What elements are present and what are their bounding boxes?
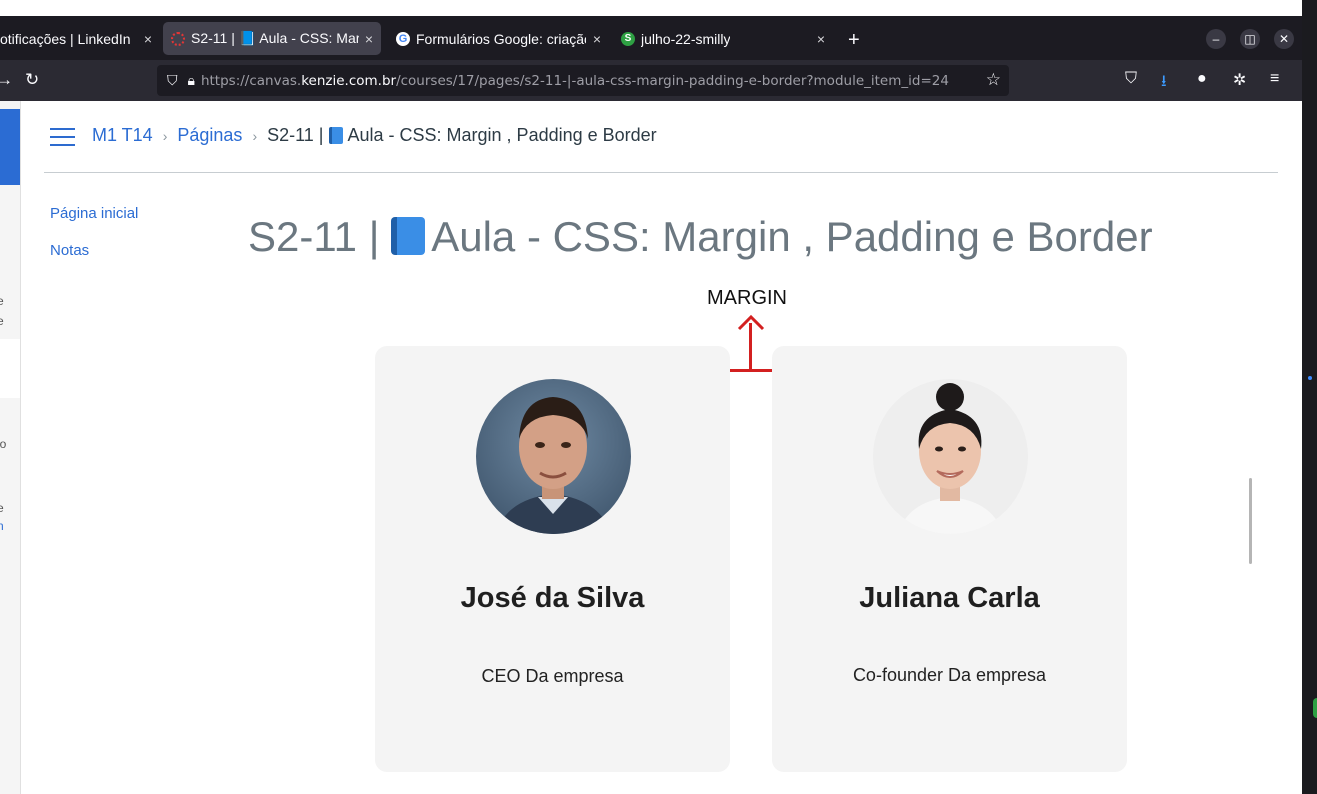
card-name: José da Silva (460, 582, 645, 614)
global-nav-fragment[interactable]: n (0, 519, 4, 533)
breadcrumb-separator-icon: › (162, 127, 168, 144)
address-bar[interactable]: ⛉ 🔒︎ https://canvas.kenzie.com.br/course… (157, 65, 1009, 96)
book-icon (328, 127, 343, 144)
close-window-button[interactable]: ✕ (1274, 29, 1294, 49)
desktop-right-strip (1302, 0, 1317, 794)
course-navigation: Página inicial Notas (50, 205, 138, 279)
course-nav-home[interactable]: Página inicial (50, 205, 138, 222)
extensions-icon[interactable]: ✲ (1233, 70, 1246, 90)
page-title-text: Aula - CSS: Margin , Padding e Border (431, 213, 1153, 260)
tab-close-icon[interactable]: × (144, 31, 152, 47)
google-icon: G (396, 31, 410, 46)
lock-icon[interactable]: 🔒︎ (188, 72, 195, 89)
card-role: CEO Da empresa (481, 666, 624, 686)
page-content: e e io e n M1 T14 › Páginas › S2-11 | Au… (0, 101, 1302, 794)
canvas-icon (171, 31, 185, 46)
forward-icon[interactable]: → (0, 70, 13, 90)
tab-close-icon[interactable]: × (817, 31, 825, 47)
url-text[interactable]: https://canvas.kenzie.com.br/courses/17/… (201, 73, 971, 89)
s-icon: S (621, 31, 635, 46)
breadcrumb-current-prefix: S2-11 | (267, 125, 324, 145)
margin-label: MARGIN (707, 287, 787, 309)
avatar (873, 379, 1028, 534)
book-icon (391, 217, 426, 255)
url-domain: kenzie.com.br (301, 72, 397, 89)
profile-card: Juliana Carla Co-founder Da empresa (772, 346, 1127, 772)
header-divider (44, 172, 1278, 173)
tab-title: julho-22-smilly (641, 30, 731, 47)
new-tab-button[interactable]: + (848, 29, 860, 52)
minimize-button[interactable]: – (1206, 29, 1226, 49)
profile-avatar-icon[interactable]: ● (1197, 70, 1207, 88)
restore-button[interactable]: ◫ (1240, 29, 1260, 49)
global-nav-fragment[interactable]: e (0, 314, 4, 328)
tab-title: S2-11 | 📘 Aula - CSS: Margin (191, 30, 359, 46)
hamburger-menu-icon[interactable] (50, 128, 75, 152)
desktop-indicator-dot (1308, 376, 1312, 380)
global-nav-fragment[interactable]: io (0, 437, 6, 451)
tab-title: Formulários Google: criação (416, 30, 586, 47)
breadcrumb-current: Aula - CSS: Margin , Padding e Border (347, 125, 657, 145)
desktop-top-strip (0, 0, 1302, 16)
url-prefix: https://canvas. (200, 72, 302, 89)
global-nav-separator (0, 339, 20, 398)
page-title-prefix: S2-11 | (248, 213, 380, 260)
breadcrumb-course[interactable]: M1 T14 (92, 125, 153, 146)
global-nav-fragment[interactable]: e (0, 501, 4, 515)
shield-icon[interactable]: ⛉ (167, 72, 178, 89)
breadcrumb-pages[interactable]: Páginas (177, 125, 242, 146)
card-name: Juliana Carla (859, 582, 1040, 614)
tab-google-forms[interactable]: G Formulários Google: criação × (396, 22, 601, 55)
global-nav-logo-area[interactable] (0, 109, 20, 185)
global-nav-fragment[interactable]: e (0, 294, 4, 308)
tab-julho-smilly[interactable]: S julho-22-smilly × (621, 22, 825, 55)
global-navigation: e e io e n (0, 101, 21, 794)
breadcrumb: M1 T14 › Páginas › S2-11 | Aula - CSS: M… (92, 125, 657, 146)
tab-close-icon[interactable]: × (365, 31, 373, 47)
tab-close-icon[interactable]: × (593, 31, 601, 47)
navigation-bar: → ↻ ⛉ 🔒︎ https://canvas.kenzie.com.br/co… (0, 60, 1302, 101)
margin-arrow-line (749, 323, 752, 371)
tab-bar: otificações | LinkedIn × S2-11 | 📘 Aula … (0, 16, 1302, 60)
profile-card: José da Silva CEO Da empresa (375, 346, 730, 772)
pocket-icon[interactable]: ⛉ (1125, 70, 1137, 88)
tab-title: otificações | LinkedIn (0, 30, 131, 47)
url-path: /courses/17/pages/s2-11-|-aula-css-margi… (396, 72, 949, 89)
download-icon[interactable]: ⭳ (1161, 70, 1167, 97)
bookmark-star-icon[interactable]: ☆ (986, 70, 1001, 90)
desktop-indicator-green (1313, 698, 1317, 718)
content-scrollbar[interactable] (1249, 478, 1252, 564)
tab-canvas-page[interactable]: S2-11 | 📘 Aula - CSS: Margin × (163, 22, 381, 55)
tab-linkedin[interactable]: otificações | LinkedIn × (0, 22, 152, 55)
breadcrumb-separator-icon: › (252, 127, 258, 144)
menu-icon[interactable]: ≡ (1270, 70, 1279, 88)
course-nav-grades[interactable]: Notas (50, 242, 138, 259)
card-role: Co-founder Da empresa (852, 665, 1047, 685)
avatar (476, 379, 631, 534)
page-title: S2-11 | Aula - CSS: Margin , Padding e B… (248, 213, 1153, 261)
margin-arrow-base (730, 369, 772, 372)
reload-icon[interactable]: ↻ (25, 70, 39, 90)
